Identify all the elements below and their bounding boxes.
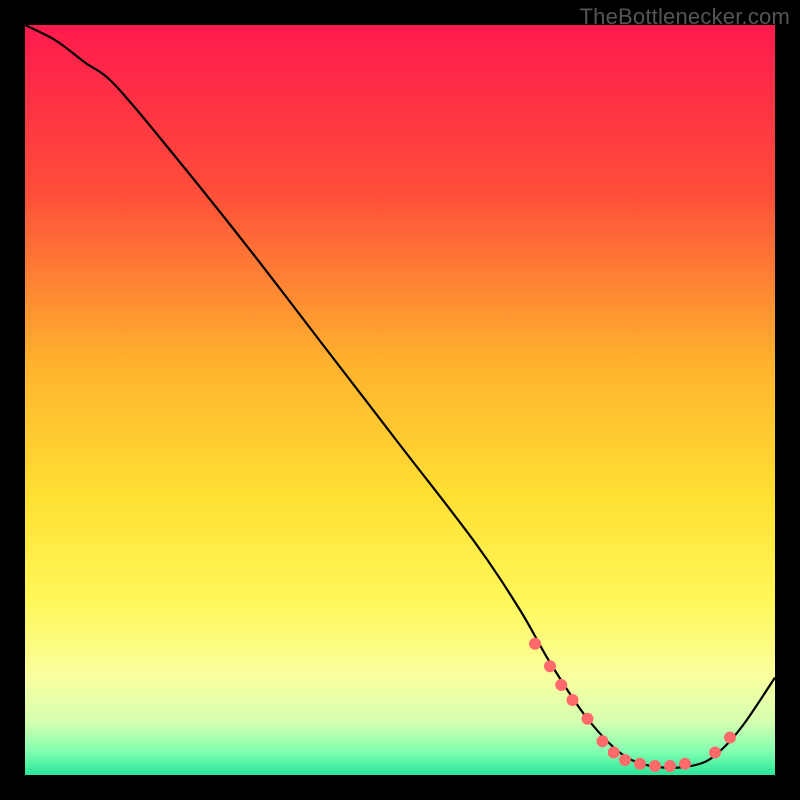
highlight-dot — [709, 747, 721, 759]
highlight-dot — [555, 679, 567, 691]
highlight-dot — [664, 760, 676, 772]
highlight-dot — [634, 758, 646, 770]
chart-frame: TheBottlenecker.com — [0, 0, 800, 800]
highlight-dot — [679, 758, 691, 770]
highlight-dot — [567, 694, 579, 706]
chart-svg — [25, 25, 775, 775]
highlight-dot — [649, 760, 661, 772]
highlight-dot — [608, 747, 620, 759]
watermark-text: TheBottlenecker.com — [580, 4, 790, 30]
highlight-dot — [724, 732, 736, 744]
gradient-background — [25, 25, 775, 775]
highlight-dot — [582, 713, 594, 725]
highlight-dot — [544, 660, 556, 672]
highlight-dot — [597, 735, 609, 747]
plot-area — [25, 25, 775, 775]
highlight-dot — [529, 638, 541, 650]
highlight-dot — [619, 754, 631, 766]
